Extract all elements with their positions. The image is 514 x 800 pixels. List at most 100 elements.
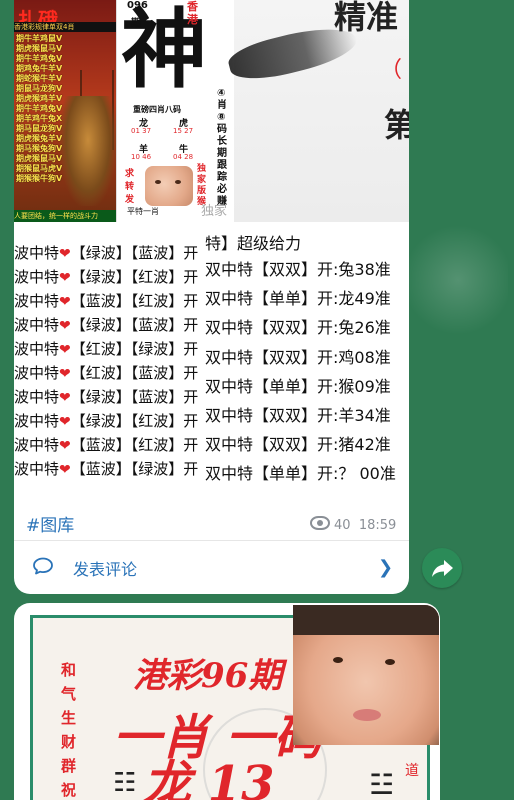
wave-row: 波中特❤【红波】【蓝波】开 — [14, 362, 206, 386]
panel-footer: 人要团结，统一样的战斗力 — [14, 210, 116, 222]
row-label: 波中特 — [14, 316, 60, 334]
side-text: ④肖⑧码长期跟踪必赚 — [217, 88, 227, 207]
image-panel-middle: 神 096 期 香港 ④肖⑧码长期跟踪必赚 重磅四肖八码 龙 虎 01 37 1… — [116, 0, 236, 222]
wave-row: 波中特❤【蓝波】【红波】开 — [14, 434, 206, 458]
panel-row: 期羊鸡牛兔X — [16, 114, 63, 123]
row-label: 波中特 — [14, 436, 60, 454]
row-wave-a: 【蓝波】 — [70, 460, 131, 478]
panel-row: 期猴猴牛狗V — [16, 174, 63, 183]
row-open: 开 — [183, 364, 199, 382]
row-wave-b: 【红波】 — [130, 436, 184, 454]
trigram-right: ☳ — [369, 768, 395, 800]
message-card: 扎硪 香港彩规律单双4肖 期牛羊鸡鼠V 期虎猴鼠马V 期牛羊鸡兔V 期鸡兔牛羊V… — [14, 0, 409, 594]
heart-icon: ❤ — [59, 246, 71, 262]
pair-num-a1: 01 37 — [131, 127, 152, 135]
issue-number: 096 — [127, 0, 148, 11]
baby-photo — [293, 605, 439, 745]
row-wave-b: 【蓝波】 — [130, 316, 184, 334]
row-wave-a: 【红波】 — [70, 340, 131, 358]
wave-row: 波中特❤【红波】【绿波】开 — [14, 338, 206, 362]
result-row: 双中特【双双】开:兔38准 — [205, 260, 391, 279]
heart-icon: ❤ — [59, 318, 71, 334]
heart-icon: ❤ — [59, 438, 71, 454]
result-row: 双中特【双双】开:兔26准 — [205, 318, 391, 338]
panel-row: 期牛羊鸡鼠V — [16, 34, 63, 43]
row-label: 波中特 — [14, 388, 60, 406]
message-image[interactable]: 扎硪 香港彩规律单双4肖 期牛羊鸡鼠V 期虎猴鼠马V 期牛羊鸡兔V 期鸡兔牛羊V… — [14, 0, 409, 490]
result-row: 双中特【单单】开:猴09准 — [205, 376, 391, 396]
heart-icon: ❤ — [59, 342, 71, 358]
hashtag-link[interactable]: #图库 — [26, 511, 74, 536]
row-open: 开 — [183, 436, 199, 454]
panel-row: 期蛇猴牛羊V — [16, 74, 63, 83]
panel-row: 期马猴兔狗V — [16, 144, 63, 153]
pair-num-b1: 15 27 — [173, 127, 194, 135]
heart-icon: ❤ — [59, 294, 71, 310]
row-wave-b: 【红波】 — [130, 412, 184, 430]
hk-label: 香港 — [187, 0, 198, 26]
row-wave-b: 【绿波】 — [130, 340, 184, 358]
baby-lips — [353, 709, 381, 721]
row-label: 波中特 — [14, 268, 60, 286]
panel-row: 期马鼠龙狗V — [16, 124, 63, 133]
row-wave-a: 【红波】 — [70, 364, 131, 382]
panel-row: 期猴鼠马虎V — [16, 164, 63, 173]
poster-line-1: 港彩96期 — [133, 656, 283, 696]
message-time: 18:59 — [358, 518, 397, 533]
result-row: 双中特【双双】开:鸡08准 — [205, 347, 391, 367]
wave-row: 波中特❤【蓝波】【红波】开 — [14, 290, 206, 314]
panel-row: 期鼠马龙狗V — [16, 84, 63, 93]
message-card: 和气生财群祝 港彩96期 一肖 一码 龙 13 ☷ ☳ 道 — [14, 603, 440, 800]
row-wave-b: 【绿波】 — [130, 460, 184, 478]
row-wave-b: 【红波】 — [130, 292, 184, 310]
background-decoration — [408, 220, 508, 340]
panel-row: 期鸡兔牛羊V — [16, 64, 63, 73]
trigram-left: ☷ — [113, 768, 137, 798]
wave-row: 波中特❤【蓝波】【绿波】开 — [14, 458, 206, 482]
row-wave-b: 【红波】 — [130, 268, 184, 286]
panel-row: 期虎猴兔羊V — [16, 134, 63, 143]
row-wave-a: 【蓝波】 — [70, 292, 131, 310]
row-open: 开 — [183, 460, 199, 478]
result-row: 双中特【单单】开:？ 00准 — [205, 464, 396, 484]
row-wave-b: 【蓝波】 — [130, 244, 184, 262]
result-row: 双中特【单单】开:龙49准 — [205, 289, 391, 309]
pair-num-b2: 04 28 — [173, 153, 194, 161]
row-open: 开 — [183, 316, 199, 334]
comment-bar[interactable]: 发表评论 ❯ — [14, 541, 409, 594]
pair-num-a2: 10 46 — [131, 153, 152, 161]
row-wave-b: 【蓝波】 — [130, 388, 184, 406]
comment-label: 发表评论 — [73, 560, 138, 579]
row-wave-a: 【绿波】 — [70, 316, 131, 334]
result-row: 特】超级给力 — [205, 234, 302, 253]
row-wave-a: 【蓝波】 — [70, 436, 131, 454]
baby-eyes — [333, 657, 343, 663]
lion-graphic — [60, 96, 116, 206]
result-row: 双中特【双双】开:羊34准 — [205, 406, 391, 425]
share-button[interactable] — [422, 548, 462, 588]
row-open: 开 — [183, 388, 199, 406]
heart-icon: ❤ — [59, 270, 71, 286]
heart-icon: ❤ — [59, 390, 71, 406]
comment-bubble-icon — [33, 557, 53, 575]
message-meta: 40 18:59 — [310, 516, 396, 533]
panel-char: 第 — [384, 106, 409, 144]
row-wave-a: 【绿波】 — [70, 412, 131, 430]
heart-icon: ❤ — [59, 462, 71, 478]
heart-icon: ❤ — [59, 366, 71, 382]
heart-icon: ❤ — [59, 414, 71, 430]
panel-row: 期虎猴鼠马V — [16, 44, 63, 53]
panel-row: 期牛羊鸡兔V — [16, 104, 63, 113]
row-open: 开 — [183, 412, 199, 430]
wave-row: 波中特❤【绿波】【红波】开 — [14, 410, 206, 434]
baby-photo — [145, 166, 193, 206]
panel-row: 期牛羊鸡兔V — [16, 54, 63, 63]
row-open: 开 — [183, 292, 199, 310]
row-wave-a: 【绿波】 — [70, 268, 131, 286]
row-label: 波中特 — [14, 364, 60, 382]
row-label: 波中特 — [14, 340, 60, 358]
poster-line-3: 龙 13 — [143, 756, 275, 800]
row-open: 开 — [183, 244, 199, 262]
wave-row: 波中特❤【绿波】【蓝波】开 — [14, 242, 206, 266]
wave-row: 波中特❤【绿波】【红波】开 — [14, 266, 206, 290]
